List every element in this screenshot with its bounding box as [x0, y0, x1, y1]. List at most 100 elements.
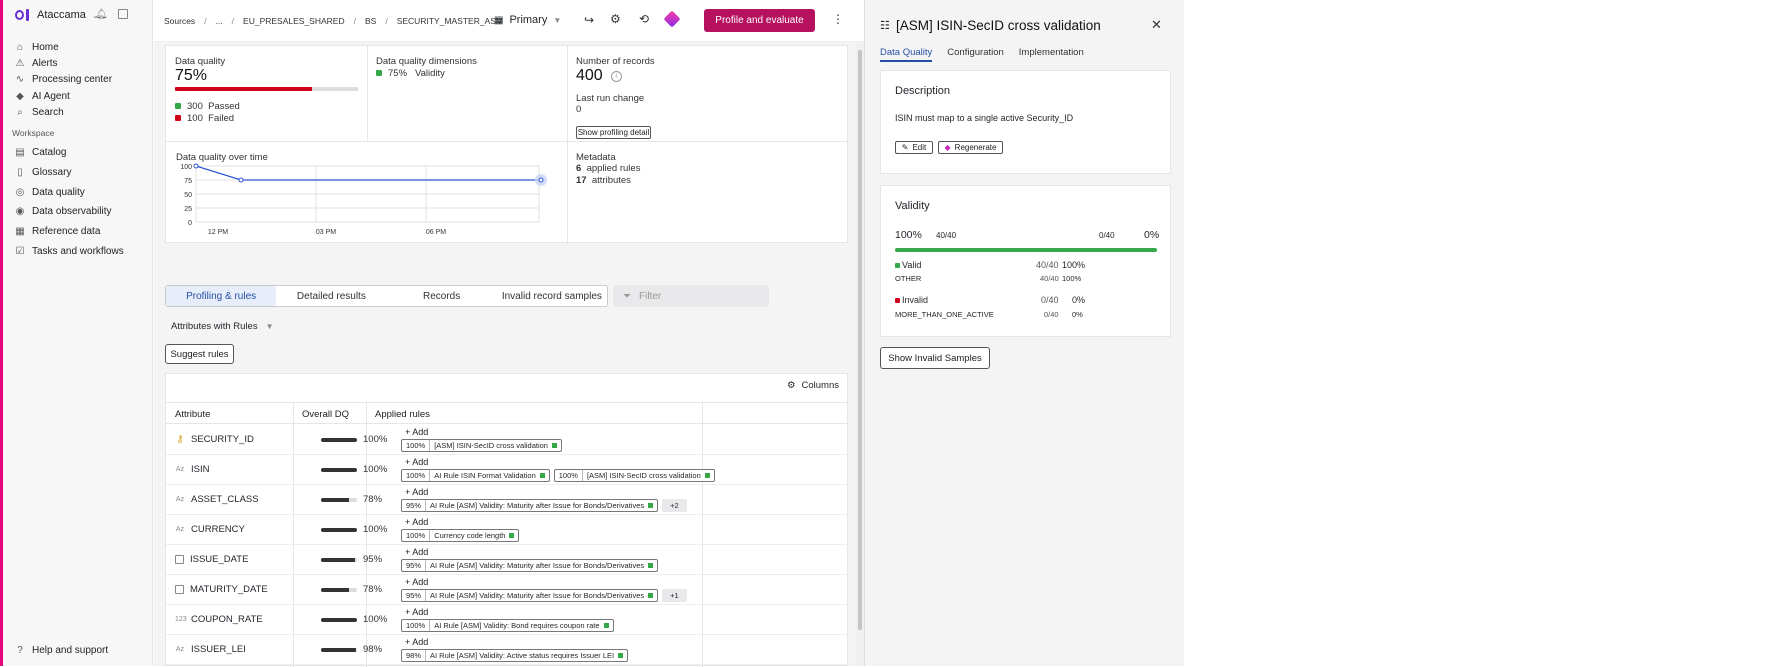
main-content: Data quality 75% 300 Passed 100 Failed D… [154, 42, 856, 667]
add-rule-button[interactable]: + Add [405, 607, 428, 617]
tab-configuration[interactable]: Configuration [947, 47, 1004, 62]
sidebar-item-glossary[interactable]: ▯ Glossary [15, 167, 71, 178]
sidebar-item-processing[interactable]: ∿ Processing center [15, 74, 112, 85]
close-icon[interactable]: ✕ [1151, 17, 1162, 33]
sidebar-item-label: Catalog [32, 147, 67, 158]
header-overall-dq[interactable]: Overall DQ [302, 409, 349, 420]
sidebar-item-observability[interactable]: ◉ Data observability [15, 206, 112, 217]
breadcrumb: Sources / ... / EU_PRESALES_SHARED / BS / SE… [164, 16, 503, 26]
sidebar-item-label: Reference data [32, 226, 101, 237]
table-row[interactable]: 123 COUPON_RATE 100% + Add 100% AI Rule [ASM]… [166, 605, 849, 635]
ai-sparkle-icon[interactable] [663, 10, 681, 28]
add-rule-button[interactable]: + Add [405, 487, 428, 497]
tab-invalid-samples[interactable]: Invalid record samples [497, 286, 607, 306]
info-icon[interactable]: i [610, 70, 622, 82]
rule-chip[interactable]: 98% AI Rule [ASM] Validity: Active status… [401, 649, 629, 662]
add-rule-button[interactable]: + Add [405, 547, 428, 557]
history-icon[interactable]: ⟲ [639, 12, 649, 26]
sidebar-item-label: Data quality [32, 187, 85, 198]
edit-button[interactable]: ✎ Edit [895, 141, 933, 154]
tab-data-quality[interactable]: Data Quality [880, 47, 933, 62]
rule-chip[interactable]: 100% [ASM] ISIN-SecID cross validation [401, 439, 562, 452]
sidebar-item-ai-agent[interactable]: ◆ AI Agent [15, 91, 70, 102]
rule-name: Currency code length [434, 531, 506, 540]
sidebar-item-label: Data observability [32, 206, 112, 217]
main-scrollbar[interactable] [856, 42, 864, 666]
profile-evaluate-button[interactable]: Profile and evaluate [704, 9, 815, 32]
sidebar-item-search[interactable]: ⌕ Search [15, 107, 64, 118]
table-row[interactable]: ⚷ SECURITY_ID 100% + Add 100% [ASM] ISIN-SecI… [166, 425, 849, 455]
breadcrumb-schema[interactable]: EU_PRESALES_SHARED [243, 16, 345, 26]
attributes-filter-dropdown[interactable]: Attributes with Rules ▼ [171, 321, 274, 332]
sidebar-item-reference-data[interactable]: ▦ Reference data [15, 226, 100, 237]
rule-chip[interactable]: 95% AI Rule [ASM] Validity: Maturity afte… [401, 499, 659, 512]
table-row[interactable]: Az ISIN 100% + Add 100% AI Rule ISIN Format V… [166, 455, 849, 485]
breadcrumb-sources[interactable]: Sources [164, 16, 195, 26]
sidebar-item-alerts[interactable]: ⚠︎ Alerts [15, 58, 58, 69]
rule-chip[interactable]: 95% AI Rule [ASM] Validity: Maturity afte… [401, 559, 659, 572]
rule-name: [ASM] ISIN-SecID cross validation [434, 441, 548, 450]
sidebar-item-data-quality[interactable]: ◎ Data quality [15, 187, 85, 198]
status-dot [618, 653, 624, 658]
rule-chip[interactable]: 100% AI Rule ISIN Format Validation [401, 469, 550, 482]
sidebar-toggle-icon[interactable] [118, 9, 128, 19]
dim-value: 75% [388, 68, 408, 79]
columns-button[interactable]: ⚙ Columns [787, 380, 839, 391]
chevron-down-icon: ▼ [553, 15, 562, 25]
add-rule-button[interactable]: + Add [405, 427, 428, 437]
header-attribute[interactable]: Attribute [175, 409, 210, 420]
valid-count-pct: 100% [1062, 260, 1086, 270]
passed-stat: 300 Passed [175, 101, 240, 112]
tab-records[interactable]: Records [387, 286, 497, 306]
rule-chip[interactable]: 100% [ASM] ISIN-SecID cross validation [553, 469, 715, 482]
dq-bar-fill [321, 528, 357, 532]
tab-implementation[interactable]: Implementation [1019, 47, 1084, 62]
rule-chip[interactable]: 100% AI Rule [ASM] Validity: Bond require… [401, 619, 614, 632]
table-row[interactable]: ISSUE_DATE 95% + Add 95% AI Rule [ASM] Valid… [166, 545, 849, 575]
add-rule-button[interactable]: + Add [405, 577, 428, 587]
help-and-support[interactable]: ? Help and support [15, 645, 108, 656]
view-selector[interactable]: ▦ Primary ▼ [494, 14, 561, 26]
more-rules-badge[interactable]: +2 [662, 499, 687, 512]
rule-pct: 100% [402, 530, 431, 541]
sidebar-item-tasks[interactable]: ☑ Tasks and workflows [15, 246, 124, 257]
tab-detailed-results[interactable]: Detailed results [276, 286, 386, 306]
filter-input[interactable]: ⏷ Filter [613, 285, 769, 307]
table-row[interactable]: Az ASSET_CLASS 78% + Add 95% AI Rule [ASM] Va… [166, 485, 849, 515]
header-applied-rules[interactable]: Applied rules [375, 409, 430, 420]
add-rule-button[interactable]: + Add [405, 637, 428, 647]
more-vertical-icon[interactable]: ⋮ [832, 12, 844, 26]
rule-chip[interactable]: 100% Currency code length [401, 529, 520, 542]
add-rule-button[interactable]: + Add [405, 517, 428, 527]
tab-profiling-rules[interactable]: Profiling & rules [166, 286, 277, 306]
breadcrumb-ellipsis[interactable]: ... [216, 16, 223, 26]
show-profiling-button[interactable]: Show profiling detail [576, 126, 651, 139]
attributes-table: ⚙ Columns Attribute Overall DQ Applied ru… [165, 373, 849, 667]
edit-label: Edit [912, 143, 927, 152]
rule-name: AI Rule [ASM] Validity: Maturity after I… [430, 591, 645, 600]
more-rules-badge[interactable]: +1 [662, 589, 687, 602]
scroll-thumb[interactable] [858, 50, 862, 630]
dim-name: Validity [414, 68, 445, 79]
passed-count: 300 [187, 101, 203, 112]
share-icon[interactable]: ↪ [584, 13, 594, 27]
regenerate-button[interactable]: ◆ Regenerate [938, 141, 1003, 154]
gear-icon[interactable]: ⚙ [610, 12, 621, 26]
rule-chip[interactable]: 95% AI Rule [ASM] Validity: Maturity afte… [401, 589, 659, 602]
table-row[interactable]: Az ISSUER_LEI 98% + Add 98% AI Rule [ASM] Val… [166, 635, 849, 665]
breadcrumb-table[interactable]: SECURITY_MASTER_ASM [397, 16, 503, 26]
attribute-cell: Az CURRENCY [175, 524, 245, 535]
invalid-count-pct: 0% [1072, 295, 1086, 305]
suggest-rules-button[interactable]: Suggest rules [165, 344, 234, 364]
show-invalid-samples-button[interactable]: Show Invalid Samples [880, 347, 990, 369]
table-row[interactable]: Az CURRENCY 100% + Add 100% Currency code len… [166, 515, 849, 545]
dq-bar-fill [321, 618, 357, 622]
sidebar-item-catalog[interactable]: ▤ Catalog [15, 147, 66, 158]
bell-icon[interactable]: 🔔︎ [95, 9, 108, 20]
dq-bar-fill [321, 648, 357, 652]
add-rule-button[interactable]: + Add [405, 457, 428, 467]
table-row[interactable]: MATURITY_DATE 78% + Add 95% AI Rule [ASM] Va… [166, 575, 849, 605]
sidebar-item-home[interactable]: ⌂ Home [15, 42, 59, 53]
brand[interactable]: Ataccama ⌄ [15, 9, 99, 21]
breadcrumb-bs[interactable]: BS [365, 16, 376, 26]
